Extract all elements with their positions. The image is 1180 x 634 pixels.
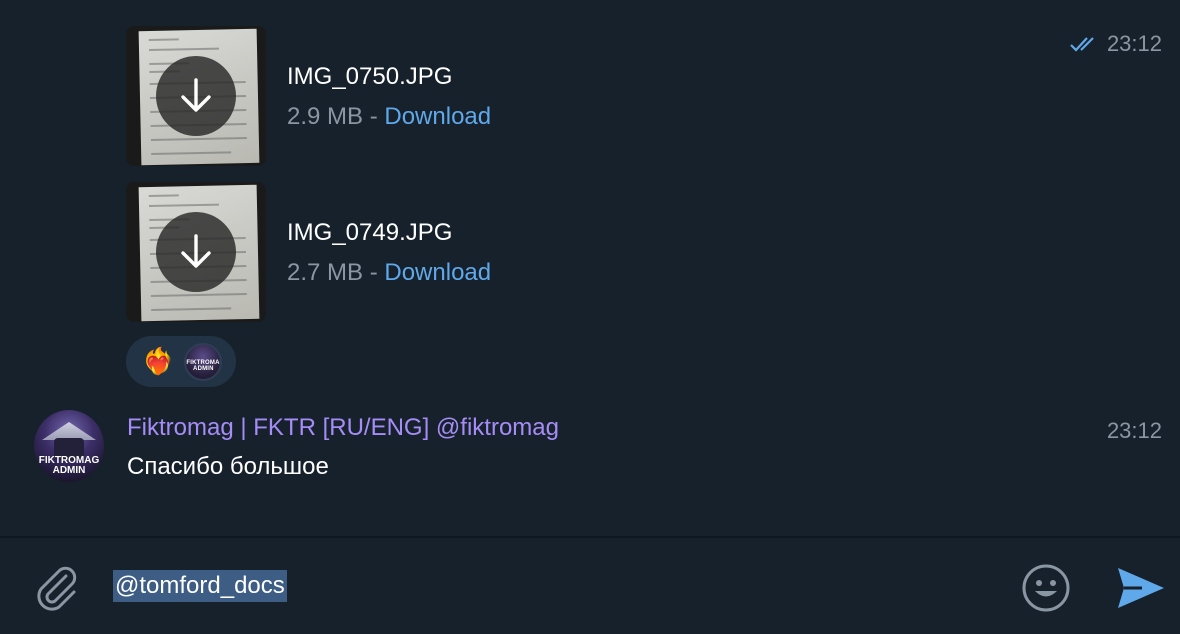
- attach-paperclip-icon: [37, 566, 77, 611]
- file-meta: 2.7 MB - Download: [287, 259, 491, 287]
- download-button[interactable]: [156, 212, 236, 292]
- download-arrow-icon: [181, 78, 211, 112]
- file-message-time: 23:12: [1069, 31, 1162, 57]
- reactor-avatar-text: FIKTROMAG ADMIN: [186, 359, 223, 372]
- message-item: FIKTROMAG ADMIN Fiktromag | FKTR [RU/ENG…: [0, 410, 1180, 500]
- download-link[interactable]: Download: [384, 103, 491, 130]
- meta-separator: -: [369, 103, 378, 130]
- meta-separator: -: [369, 259, 378, 286]
- chat-history: 23:12 IMG_0750.JPG 2.9 MB - Download IMG…: [0, 0, 1180, 536]
- avatar-brand-text: FIKTROMAG ADMIN: [38, 455, 100, 476]
- reactor-avatar: FIKTROMAG ADMIN: [184, 342, 223, 381]
- send-icon: [1118, 568, 1164, 608]
- file-thumbnail[interactable]: [126, 26, 266, 166]
- file-name: IMG_0750.JPG: [287, 63, 453, 90]
- message-composer: @tomford_docs: [0, 536, 1180, 634]
- file-message-time-text: 23:12: [1106, 31, 1162, 56]
- message-time: 23:12: [1106, 418, 1162, 443]
- attach-button[interactable]: [32, 562, 80, 612]
- download-link[interactable]: Download: [384, 259, 491, 286]
- reaction-chip[interactable]: ❤️‍🔥 FIKTROMAG ADMIN: [126, 336, 236, 387]
- message-input[interactable]: @tomford_docs: [113, 570, 287, 602]
- sender-name[interactable]: Fiktromag | FKTR [RU/ENG] @fiktromag: [127, 414, 559, 442]
- download-arrow-icon: [181, 234, 211, 268]
- file-name: IMG_0749.JPG: [287, 219, 453, 246]
- file-size: 2.9 MB: [287, 103, 364, 130]
- emoji-smile-icon: [1022, 564, 1070, 612]
- heart-on-fire-reaction-icon: ❤️‍🔥: [142, 346, 175, 377]
- download-button[interactable]: [156, 56, 236, 136]
- file-thumbnail[interactable]: [126, 182, 266, 322]
- read-checkmarks-icon: [1070, 37, 1094, 52]
- emoji-button[interactable]: [1020, 562, 1072, 614]
- send-button[interactable]: [1116, 566, 1166, 610]
- file-meta: 2.9 MB - Download: [287, 103, 491, 131]
- file-size: 2.7 MB: [287, 259, 364, 286]
- message-text: Спасибо большое: [127, 453, 329, 480]
- sender-avatar[interactable]: FIKTROMAG ADMIN: [34, 410, 104, 482]
